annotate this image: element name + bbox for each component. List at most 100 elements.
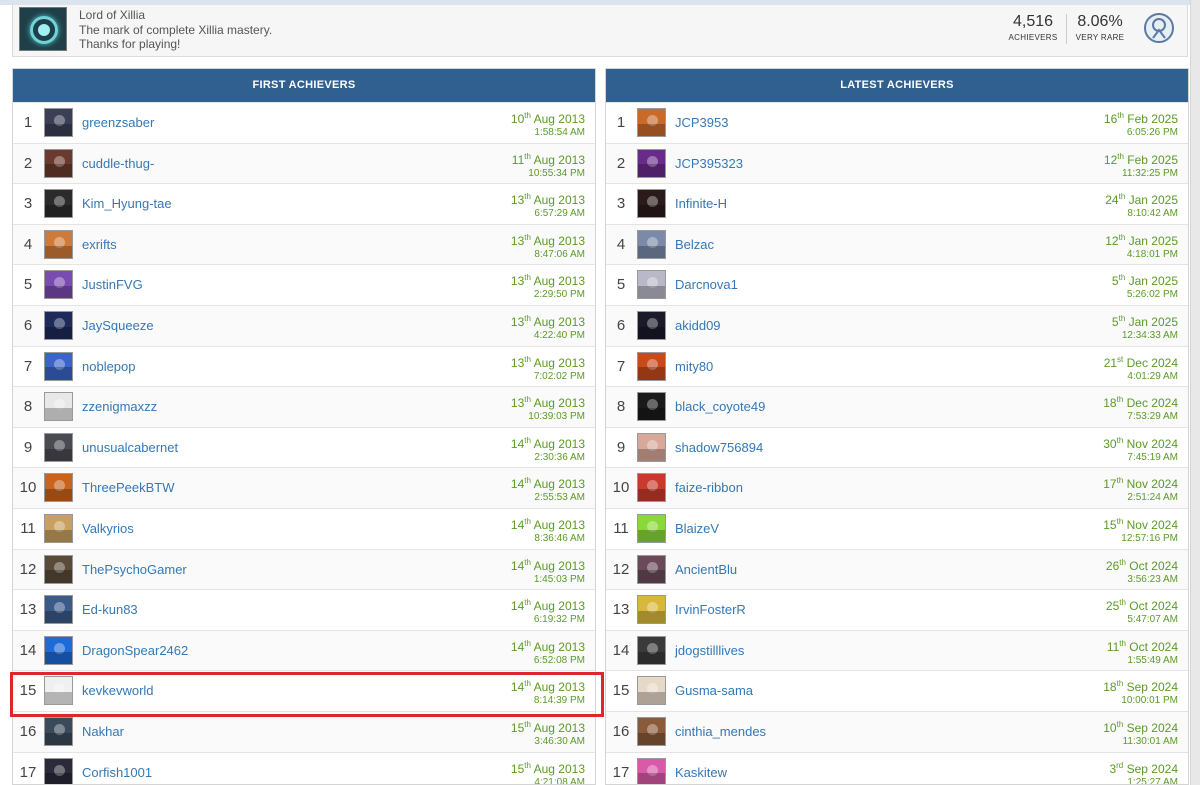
date-day: 13 <box>510 193 525 208</box>
avatar[interactable] <box>637 635 666 665</box>
username-link[interactable]: ThePsychoGamer <box>82 550 187 590</box>
username-link[interactable]: DragonSpear2462 <box>82 631 188 671</box>
achieved-timestamp: 17th Nov 2024 2:51:24 AM <box>1103 474 1178 504</box>
username-link[interactable]: JCP395323 <box>675 144 743 184</box>
avatar[interactable] <box>44 432 73 462</box>
username-link[interactable]: greenzsaber <box>82 103 154 143</box>
username-link[interactable]: kevkevworld <box>82 671 154 711</box>
username-link[interactable]: Darcnova1 <box>675 265 738 305</box>
username-link[interactable]: cinthia_mendes <box>675 712 766 752</box>
avatar[interactable] <box>637 554 666 584</box>
achieved-timestamp: 14th Aug 2013 8:36:46 AM <box>511 515 585 545</box>
rank-number: 15 <box>612 682 630 700</box>
username-link[interactable]: JustinFVG <box>82 265 143 305</box>
avatar[interactable] <box>637 189 666 219</box>
avatar[interactable] <box>637 676 666 706</box>
date-suffix: th <box>1119 638 1126 648</box>
username-link[interactable]: Valkyrios <box>82 509 134 549</box>
avatar[interactable] <box>44 229 73 259</box>
username-link[interactable]: faize-ribbon <box>675 468 743 508</box>
date-day: 15 <box>1103 517 1117 532</box>
avatar[interactable] <box>44 513 73 543</box>
username-link[interactable]: Kaskitew <box>675 753 727 785</box>
avatar[interactable] <box>637 513 666 543</box>
username-link[interactable]: unusualcabernet <box>82 428 178 468</box>
username-link[interactable]: JCP3953 <box>675 103 728 143</box>
table-row: 11 BlaizeV 15th Nov 2024 12:57:16 PM <box>606 507 1188 549</box>
username-link[interactable]: Infinite-H <box>675 184 727 224</box>
table-row: 12 ThePsychoGamer 14th Aug 2013 1:45:03 PM <box>13 548 595 590</box>
username-link[interactable]: IrvinFosterR <box>675 590 746 630</box>
avatar[interactable] <box>44 108 73 137</box>
avatar[interactable] <box>637 392 666 422</box>
avatar[interactable] <box>637 229 666 259</box>
username-link[interactable]: ThreePeekBTW <box>82 468 174 508</box>
avatar[interactable] <box>44 148 73 178</box>
avatar[interactable] <box>637 716 666 746</box>
date-month-year: Aug 2013 <box>533 355 585 370</box>
table-row: 10 faize-ribbon 17th Nov 2024 2:51:24 AM <box>606 467 1188 508</box>
avatar[interactable] <box>637 432 666 462</box>
username-link[interactable]: Gusma-sama <box>675 671 753 711</box>
username-link[interactable]: black_coyote49 <box>675 387 765 427</box>
username-link[interactable]: jdogstilllives <box>675 631 744 671</box>
achieved-timestamp: 18th Sep 2024 10:00:01 PM <box>1103 677 1178 707</box>
avatar[interactable] <box>44 554 73 584</box>
username-link[interactable]: shadow756894 <box>675 428 763 468</box>
avatar[interactable] <box>637 310 666 340</box>
username-link[interactable]: BlaizeV <box>675 509 719 549</box>
avatar[interactable] <box>44 473 73 503</box>
rarity-label: VERY RARE <box>1075 33 1125 42</box>
avatar[interactable] <box>44 392 73 422</box>
date-day: 11 <box>1106 639 1120 654</box>
rank-number: 13 <box>612 601 630 619</box>
scrollbar-track[interactable] <box>1190 0 1200 785</box>
avatar[interactable] <box>637 473 666 503</box>
avatar[interactable] <box>44 189 73 219</box>
avatar[interactable] <box>44 635 73 665</box>
date-suffix: th <box>524 476 531 486</box>
avatar[interactable] <box>44 310 73 340</box>
username-link[interactable]: cuddle-thug- <box>82 144 154 184</box>
achieved-timestamp: 30th Nov 2024 7:45:19 AM <box>1103 434 1178 464</box>
achieved-timestamp: 16th Feb 2025 6:05:26 PM <box>1104 109 1178 139</box>
username-link[interactable]: AncientBlu <box>675 550 737 590</box>
username-link[interactable]: Kim_Hyung-tae <box>82 184 172 224</box>
username-link[interactable]: noblepop <box>82 347 136 387</box>
username-link[interactable]: exrifts <box>82 225 117 265</box>
trophy-header: Lord of Xillia The mark of complete Xill… <box>12 5 1188 57</box>
avatar[interactable] <box>637 595 666 625</box>
avatar[interactable] <box>44 716 73 746</box>
rank-number: 17 <box>612 763 630 781</box>
achieved-timestamp: 24th Jan 2025 8:10:42 AM <box>1105 190 1178 220</box>
username-link[interactable]: akidd09 <box>675 306 721 346</box>
avatar[interactable] <box>637 148 666 178</box>
username-link[interactable]: zzenigmaxzz <box>82 387 157 427</box>
date-day: 13 <box>510 274 525 289</box>
avatar[interactable] <box>637 270 666 300</box>
username-link[interactable]: Ed-kun83 <box>82 590 138 630</box>
avatar[interactable] <box>637 757 666 784</box>
avatar[interactable] <box>44 757 73 784</box>
date-day: 13 <box>510 314 525 329</box>
username-link[interactable]: mity80 <box>675 347 713 387</box>
username-link[interactable]: JaySqueeze <box>82 306 154 346</box>
achieved-timestamp: 5th Jan 2025 12:34:33 AM <box>1112 312 1178 342</box>
date-month-year: Nov 2024 <box>1126 436 1178 451</box>
date-month-year: Aug 2013 <box>533 314 585 329</box>
platinum-trophy-icon <box>1144 13 1174 43</box>
username-link[interactable]: Belzac <box>675 225 714 265</box>
avatar[interactable] <box>44 676 73 706</box>
avatar[interactable] <box>44 270 73 300</box>
rank-number: 5 <box>23 276 33 294</box>
avatar[interactable] <box>44 351 73 381</box>
username-link[interactable]: Nakhar <box>82 712 124 752</box>
rank-number: 3 <box>616 195 626 213</box>
avatar[interactable] <box>44 595 73 625</box>
username-link[interactable]: Corfish1001 <box>82 753 152 785</box>
table-row: 2 JCP395323 12th Feb 2025 11:32:25 PM <box>606 142 1188 184</box>
achieved-timestamp: 10th Sep 2024 11:30:01 AM <box>1103 718 1178 748</box>
avatar[interactable] <box>637 108 666 137</box>
avatar[interactable] <box>637 351 666 381</box>
date-suffix: th <box>1119 598 1126 608</box>
